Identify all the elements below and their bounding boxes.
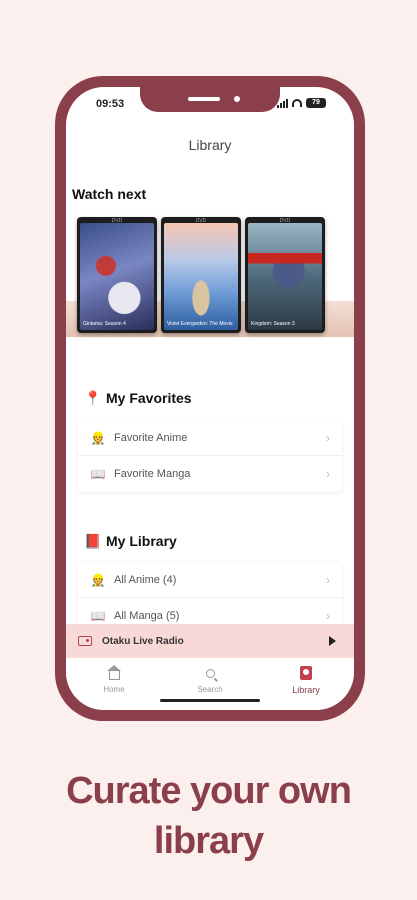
- radio-player-bar[interactable]: Otaku Live Radio: [66, 624, 354, 658]
- cover-art: Violet Evergarden: The Movie: [164, 223, 238, 330]
- dvd-cover[interactable]: DVD Gintama: Season 4: [77, 217, 157, 333]
- library-icon: [300, 666, 312, 680]
- home-indicator: [160, 699, 260, 702]
- camera: [234, 96, 240, 102]
- status-time: 09:53: [96, 98, 125, 110]
- radio-icon: [78, 636, 92, 646]
- app-screen: 09:53 79 Library Watch next DVD Gintama:…: [66, 87, 354, 710]
- library-icon-wrap: [258, 666, 354, 680]
- favorites-list: 👷 Favorite Anime › 📖 Favorite Manga ›: [78, 420, 342, 492]
- book-icon: 📖: [90, 467, 106, 481]
- chevron-right-icon: ›: [326, 573, 330, 587]
- status-icons: 79: [277, 98, 326, 108]
- tab-library[interactable]: Library: [258, 658, 354, 710]
- cover-label: Violet Evergarden: The Movie: [167, 321, 233, 327]
- cover-art: Kingdom: Season 3: [248, 223, 322, 330]
- tab-label: Library: [292, 685, 320, 695]
- person-icon: 👷: [90, 430, 106, 445]
- tab-label: Home: [103, 685, 125, 694]
- search-icon: [205, 668, 215, 678]
- cover-art: Gintama: Season 4: [80, 223, 154, 330]
- tagline-line-2: library: [153, 820, 264, 862]
- radio-label: Otaku Live Radio: [102, 635, 184, 647]
- wifi-icon: [292, 99, 302, 107]
- tagline-line-1: Curate your own: [66, 770, 352, 812]
- dvd-cover[interactable]: DVD Kingdom: Season 3: [245, 217, 325, 333]
- library-title: My Library: [106, 533, 177, 549]
- list-item-label: Favorite Anime: [114, 431, 188, 444]
- speaker: [188, 97, 220, 101]
- watch-next-shelf: DVD Gintama: Season 4 DVD Violet Evergar…: [66, 217, 354, 337]
- home-icon-wrap: [66, 664, 162, 680]
- person-icon: 👷: [90, 572, 106, 587]
- tab-home[interactable]: Home: [66, 658, 162, 710]
- book-icon: 📖: [90, 609, 106, 623]
- phone-notch: [140, 87, 280, 112]
- list-item-all-anime[interactable]: 👷 All Anime (4) ›: [78, 562, 342, 598]
- watch-next-title: Watch next: [72, 186, 147, 202]
- battery-icon: 79: [306, 98, 326, 108]
- search-icon-wrap: [162, 666, 258, 680]
- dvd-cover[interactable]: DVD Violet Evergarden: The Movie: [161, 217, 241, 333]
- promo-stage: 09:53 79 Library Watch next DVD Gintama:…: [0, 0, 417, 900]
- cover-label: Gintama: Season 4: [83, 321, 126, 327]
- favorites-header: 📍 My Favorites: [84, 390, 192, 406]
- favorites-title: My Favorites: [106, 390, 192, 406]
- cover-label: Kingdom: Season 3: [251, 321, 295, 327]
- list-item-label: Favorite Manga: [114, 468, 191, 480]
- tab-bar: Home Search Library: [66, 658, 354, 710]
- home-icon: [106, 664, 121, 680]
- library-header: 📕 My Library: [84, 533, 177, 549]
- notebook-icon: 📕: [84, 533, 102, 549]
- chevron-right-icon: ›: [326, 467, 330, 481]
- list-item-favorite-manga[interactable]: 📖 Favorite Manga ›: [78, 456, 342, 492]
- chevron-right-icon: ›: [326, 609, 330, 623]
- page-title: Library: [188, 137, 232, 153]
- list-item-label: All Manga (5): [114, 610, 180, 622]
- chevron-right-icon: ›: [326, 431, 330, 445]
- promo-tagline: Curate your own library: [0, 766, 417, 866]
- play-icon[interactable]: [329, 636, 336, 646]
- phone-frame: 09:53 79 Library Watch next DVD Gintama:…: [55, 76, 365, 721]
- pin-icon: 📍: [84, 390, 102, 406]
- tab-search[interactable]: Search: [162, 658, 258, 710]
- list-item-label: All Anime (4): [114, 573, 177, 586]
- list-item-favorite-anime[interactable]: 👷 Favorite Anime ›: [78, 420, 342, 456]
- tab-label: Search: [197, 685, 223, 694]
